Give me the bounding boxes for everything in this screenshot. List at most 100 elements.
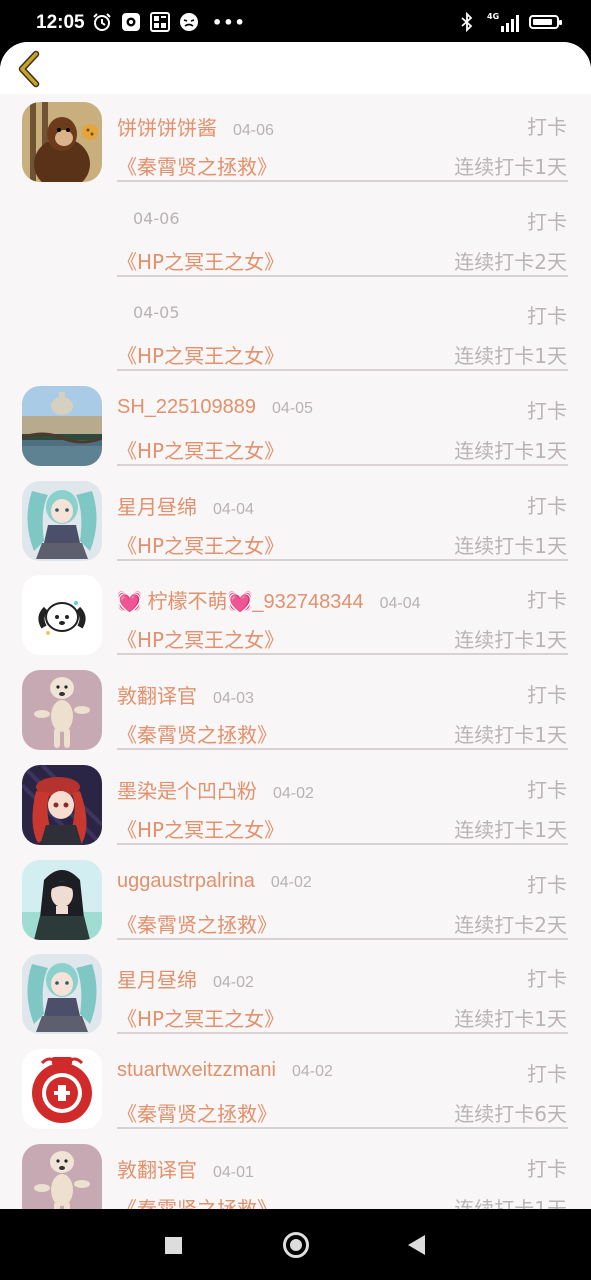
divider <box>117 558 568 561</box>
divider <box>117 464 568 467</box>
book-title[interactable]: 《秦霄贤之拯救》 <box>117 1193 277 1209</box>
book-title[interactable]: 《HP之冥王之女》 <box>117 1003 284 1032</box>
checkin-date: 04-04 <box>379 595 421 613</box>
checkin-label: 打卡 <box>527 115 567 139</box>
divider <box>117 937 568 940</box>
user-name[interactable]: SH_225109889 04-05 <box>117 396 313 419</box>
book-title[interactable]: 《秦霄贤之拯救》 <box>117 719 277 748</box>
status-icons-right: 4G <box>457 12 562 32</box>
book-title[interactable]: 《HP之冥王之女》 <box>117 340 284 369</box>
battery-icon <box>529 15 562 29</box>
checkin-date: 04-02 <box>270 873 312 891</box>
streak-label: 连续打卡2天 <box>454 249 567 274</box>
status-time: 12:05 <box>36 12 85 33</box>
streak-label: 连续打卡1天 <box>454 533 567 558</box>
checkin-date: 04-04 <box>213 500 254 518</box>
book-title[interactable]: 《HP之冥王之女》 <box>117 624 284 653</box>
checkin-date: 04-05 <box>133 303 180 323</box>
streak-label: 连续打卡1天 <box>454 344 567 369</box>
checkin-label: 打卡 <box>527 683 567 708</box>
recents-square-icon[interactable] <box>165 1237 182 1254</box>
streak-label: 连续打卡1天 <box>454 628 567 653</box>
list-item[interactable]: SH_225109889 04-05 打卡 《HP之冥王之女》 连续打卡1天 <box>0 378 591 473</box>
checkin-label: 打卡 <box>527 1061 567 1086</box>
user-name[interactable]: stuartwxeitzzmani 04-02 <box>117 1059 333 1082</box>
book-title[interactable]: 《秦霄贤之拯救》 <box>117 151 277 180</box>
book-title[interactable]: 《秦霄贤之拯救》 <box>117 909 277 938</box>
list-item[interactable]: 04-05 打卡 《HP之冥王之女》 连续打卡1天 <box>0 283 591 378</box>
avatar[interactable] <box>22 764 102 845</box>
status-bar: 12:05 ••• 4G <box>0 0 591 44</box>
checkin-date: 04-02 <box>291 1062 333 1080</box>
avatar[interactable] <box>22 102 102 182</box>
checkin-label: 打卡 <box>527 1156 567 1181</box>
user-name-text: 敦翻译官 <box>117 1159 197 1182</box>
user-name-text: 💓 柠檬不萌💓_932748344 <box>117 591 364 614</box>
divider <box>117 842 568 845</box>
book-title[interactable]: 《秦霄贤之拯救》 <box>117 1098 277 1127</box>
list-item[interactable]: stuartwxeitzzmani 04-02 打卡《秦霄贤之拯救》 连续打卡6天 <box>0 1041 591 1136</box>
back-button[interactable] <box>12 50 46 88</box>
checkin-label: 打卡 <box>527 209 567 234</box>
list-item[interactable]: 💓 柠檬不萌💓_932748344 04-04 打卡 《HP之冥王之女》 连续打卡1天 <box>0 567 591 662</box>
home-circle-icon[interactable] <box>283 1232 309 1258</box>
avatar[interactable] <box>22 859 102 940</box>
checkin-date: 04-01 <box>213 1163 254 1181</box>
book-title[interactable]: 《HP之冥王之女》 <box>117 435 284 464</box>
checkin-list[interactable]: 饼饼饼饼酱 04-06 打卡 《秦霄贤之拯救》 连续打卡1天 04-06 打卡 《HP之冥王之… <box>0 94 591 1209</box>
list-item[interactable]: 04-06 打卡《HP之冥王之女》 连续打卡2天 <box>0 189 591 284</box>
checkin-label: 打卡 <box>527 777 567 802</box>
avatar[interactable] <box>22 670 102 751</box>
checkin-date: 04-02 <box>213 974 254 992</box>
user-name-text: 墨染是个凹凸粉 <box>117 780 257 803</box>
qr-app-icon <box>150 12 170 32</box>
book-title[interactable]: 《HP之冥王之女》 <box>117 814 284 843</box>
streak-label: 连续打卡1天 <box>454 723 567 748</box>
avatar[interactable] <box>22 480 102 561</box>
avatar[interactable] <box>22 1143 102 1209</box>
signal-icon: 4G <box>487 12 519 32</box>
back-triangle-icon[interactable] <box>408 1235 425 1255</box>
avatar[interactable] <box>22 1048 102 1129</box>
divider <box>117 748 568 751</box>
user-name[interactable]: 敦翻译官 04-03 <box>117 680 254 709</box>
streak-label: 连续打卡1天 <box>454 439 567 464</box>
user-name[interactable]: uggaustrpalrina 04-02 <box>117 870 312 893</box>
user-name[interactable]: 星月昼绵 04-02 <box>117 964 254 993</box>
user-name[interactable]: 💓 柠檬不萌💓_932748344 04-04 <box>117 585 421 614</box>
user-name[interactable]: 墨染是个凹凸粉 04-02 <box>117 775 314 804</box>
list-item[interactable]: 饼饼饼饼酱 04-06 打卡 《秦霄贤之拯救》 连续打卡1天 <box>0 94 591 189</box>
divider <box>117 1126 568 1129</box>
network-type: 4G <box>487 12 500 21</box>
book-title[interactable]: 《HP之冥王之女》 <box>117 246 284 275</box>
avatar[interactable] <box>22 954 102 1035</box>
user-name-text: uggaustrpalrina <box>117 869 255 892</box>
avatar[interactable] <box>22 386 102 467</box>
avatar[interactable] <box>22 575 102 656</box>
list-item[interactable]: 墨染是个凹凸粉 04-02 打卡 《HP之冥王之女》 连续打卡1天 <box>0 757 591 852</box>
user-name[interactable]: 敦翻译官 04-01 <box>117 1154 254 1183</box>
checkin-date: 04-06 <box>133 208 180 228</box>
bluetooth-icon <box>457 12 477 32</box>
checkin-label: 打卡 <box>527 967 567 992</box>
checkin-date: 04-06 <box>233 122 274 139</box>
list-item[interactable]: 星月昼绵 04-04 打卡 《HP之冥王之女》 连续打卡1天 <box>0 473 591 568</box>
app-screen: 饼饼饼饼酱 04-06 打卡 《秦霄贤之拯救》 连续打卡1天 04-06 打卡 《HP之冥王之… <box>0 42 591 1209</box>
book-title[interactable]: 《HP之冥王之女》 <box>117 530 284 559</box>
checkin-date: 04-05 <box>272 400 313 418</box>
streak-label: 连续打卡1天 <box>454 1007 567 1032</box>
streak-label: 连续打卡6天 <box>454 1101 567 1126</box>
system-nav-bar <box>0 1209 591 1280</box>
list-item[interactable]: 敦翻译官 04-01 打卡 《秦霄贤之拯救》 连续打卡1天 <box>0 1136 591 1209</box>
list-item[interactable]: 星月昼绵 04-02 打卡《HP之冥王之女》 连续打卡1天 <box>0 946 591 1041</box>
divider <box>117 653 568 656</box>
user-name-text: stuartwxeitzzmani <box>117 1058 276 1081</box>
alarm-icon <box>92 12 112 32</box>
list-item[interactable]: uggaustrpalrina 04-02 打卡 《秦霄贤之拯救》 连续打卡2天 <box>0 852 591 947</box>
divider <box>117 274 568 277</box>
user-name[interactable]: 饼饼饼饼酱 04-06 <box>117 112 274 141</box>
list-item[interactable]: 敦翻译官 04-03 打卡《秦霄贤之拯救》 连续打卡1天 <box>0 662 591 757</box>
checkin-label: 打卡 <box>527 872 567 897</box>
user-name-text: 敦翻译官 <box>117 686 197 709</box>
user-name[interactable]: 星月昼绵 04-04 <box>117 491 254 520</box>
